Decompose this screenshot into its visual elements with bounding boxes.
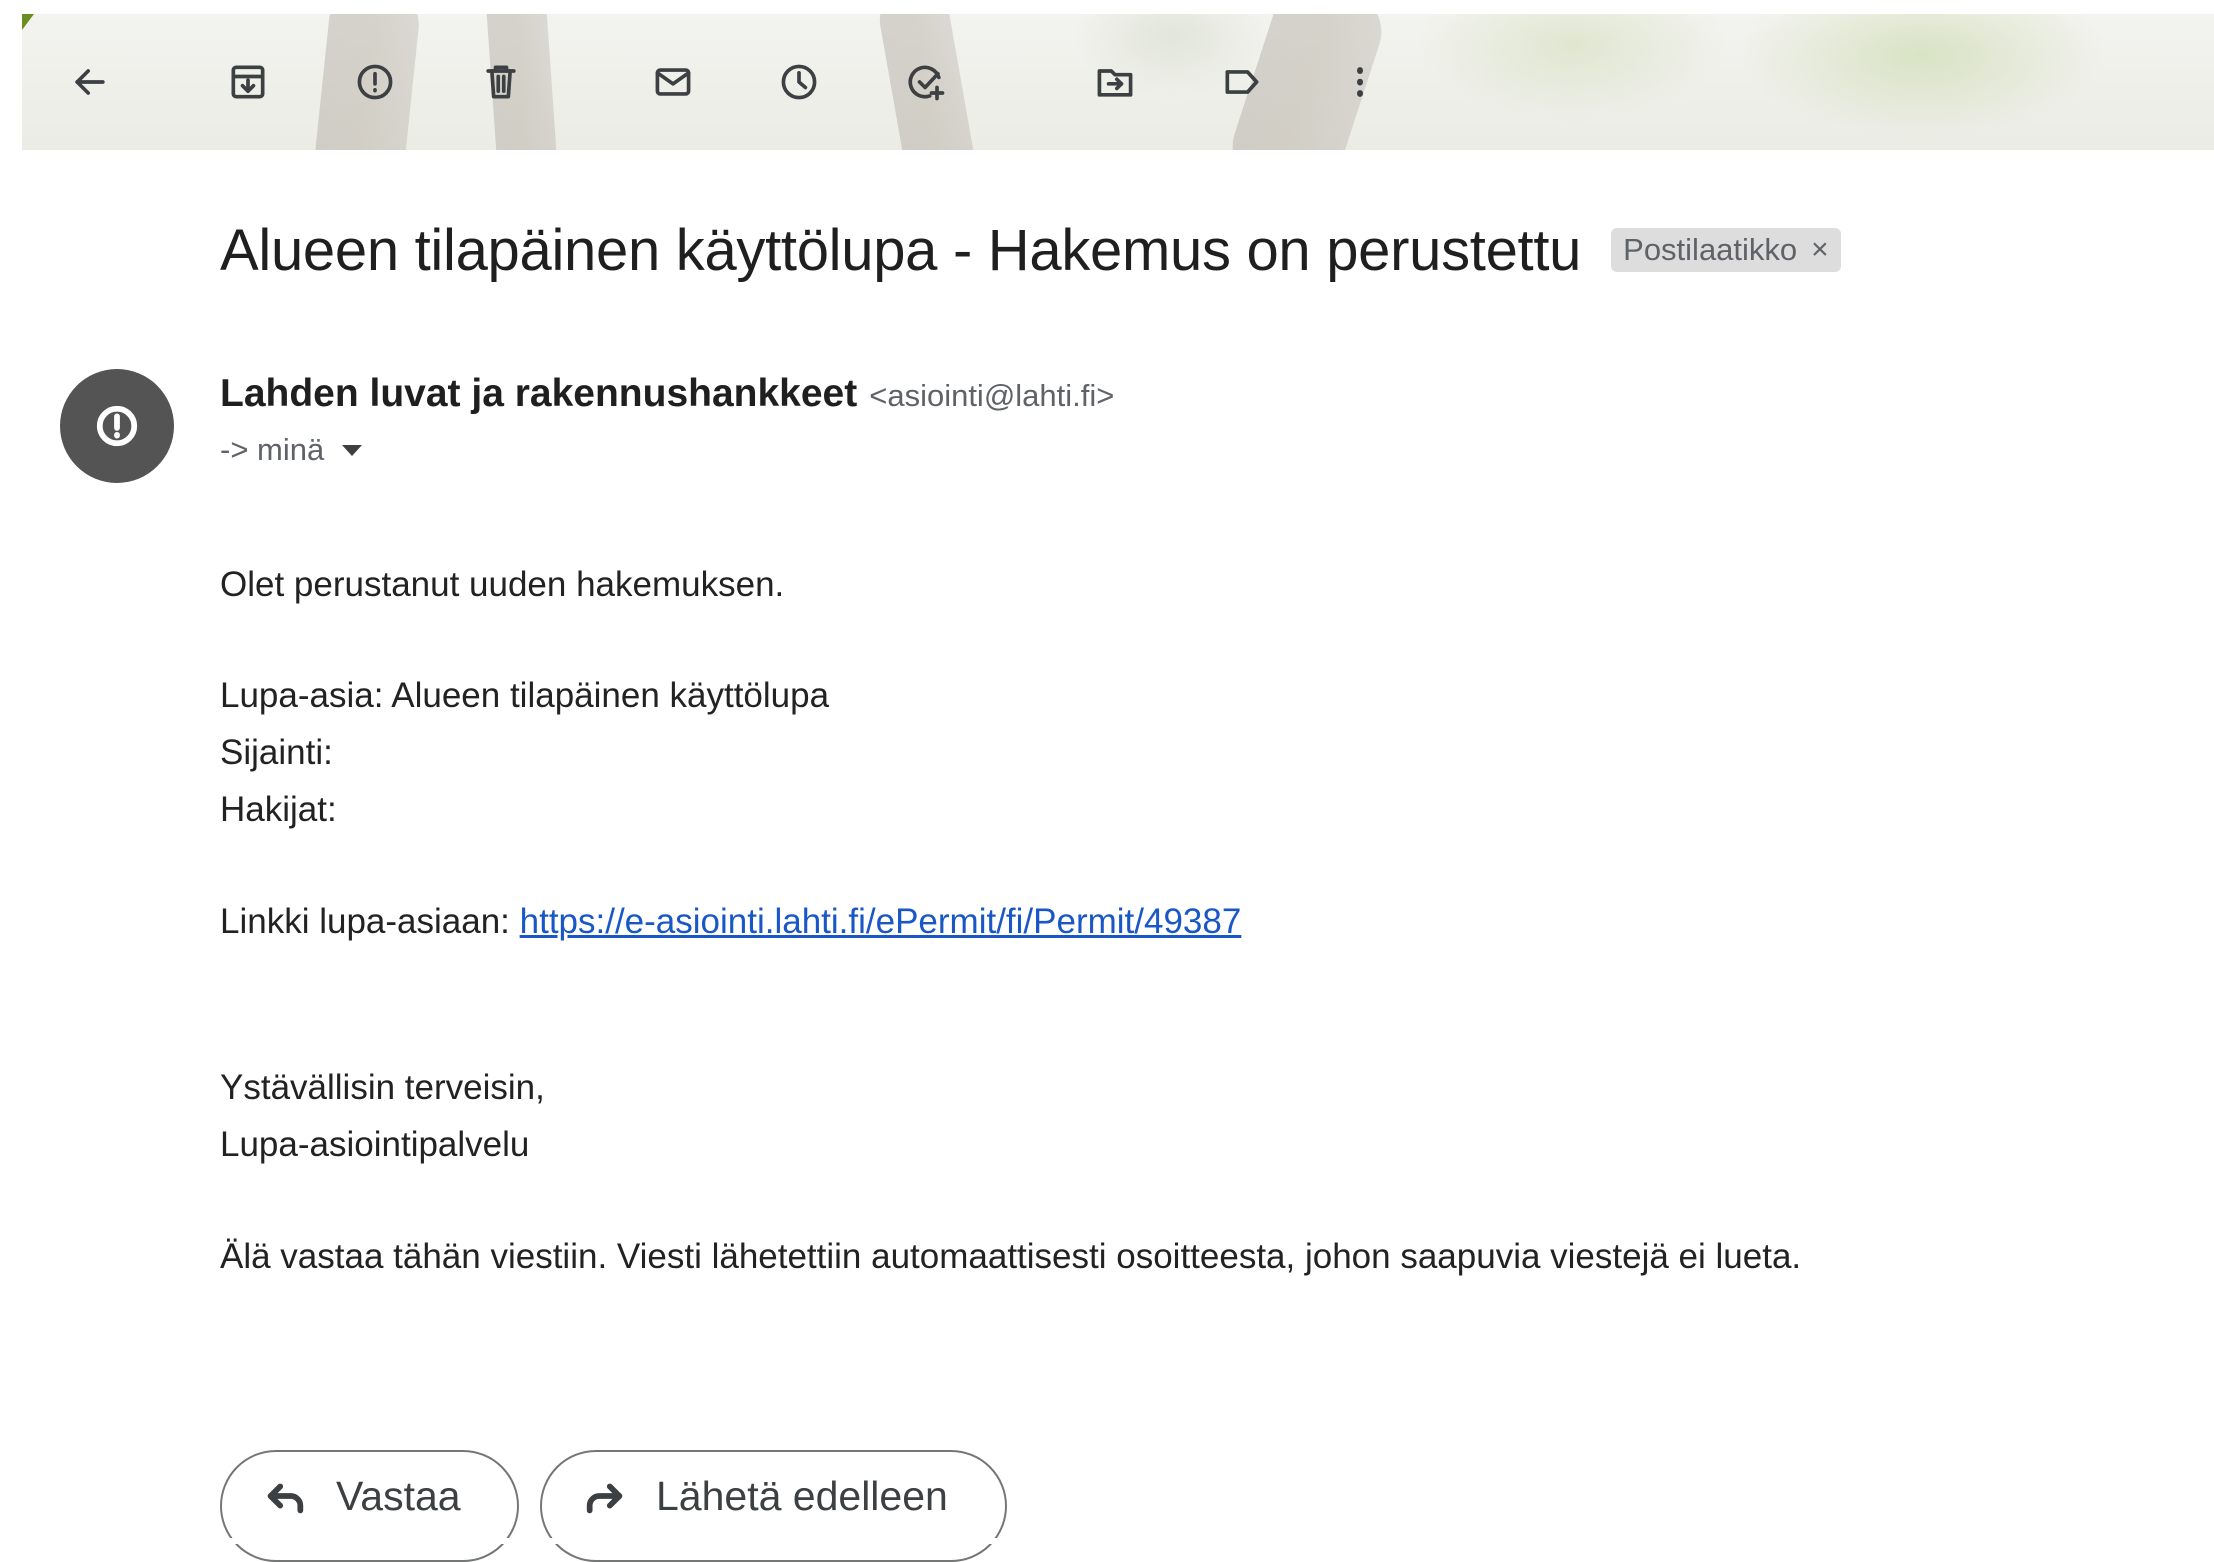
move-to-icon	[1097, 69, 1133, 97]
label-icon	[1225, 70, 1259, 94]
body-sijainti: Sijainti:	[220, 733, 333, 772]
body-notice: Älä vastaa tähän viestiin. Viesti lähete…	[220, 1237, 1802, 1276]
back-arrow-icon	[75, 69, 105, 95]
forward-button[interactable]: Lähetä edelleen	[540, 1450, 1007, 1562]
snooze-icon	[781, 64, 817, 100]
recipient-line: -> minä	[220, 432, 363, 468]
alert-icon	[96, 405, 138, 447]
archive-button[interactable]	[220, 54, 276, 110]
report-spam-button[interactable]	[347, 54, 403, 110]
delete-button[interactable]	[473, 54, 529, 110]
body-hakijat: Hakijat:	[220, 790, 337, 829]
report-spam-icon	[357, 64, 393, 100]
body-lupa-asia: Lupa-asia: Alueen tilapäinen käyttölupa	[220, 676, 830, 715]
sender-email: <asiointi@lahti.fi>	[869, 378, 1115, 413]
toolbar	[22, 14, 2214, 150]
inbox-label-chip[interactable]: Postilaatikko ×	[1611, 228, 1841, 272]
back-button[interactable]	[62, 54, 118, 110]
link-prefix: Linkki lupa-asiaan:	[220, 902, 520, 941]
reply-button[interactable]: Vastaa	[220, 1450, 519, 1562]
show-details-chevron-down-icon[interactable]	[342, 444, 363, 456]
snooze-button[interactable]	[771, 54, 827, 110]
body-intro: Olet perustanut uuden hakemuksen.	[220, 565, 785, 604]
mark-unread-button[interactable]	[645, 54, 701, 110]
recipient-text: -> minä	[220, 432, 325, 467]
delete-icon	[486, 65, 516, 99]
more-options-icon	[1357, 67, 1363, 97]
sender-avatar[interactable]	[60, 369, 174, 483]
forward-label: Lähetä edelleen	[656, 1472, 948, 1519]
sender-name[interactable]: Lahden luvat ja rakennushankkeet	[220, 372, 857, 416]
move-to-button[interactable]	[1087, 54, 1143, 110]
body-link-line: Linkki lupa-asiaan: https://e-asiointi.l…	[220, 902, 1241, 942]
more-options-button[interactable]	[1332, 54, 1388, 110]
reply-label: Vastaa	[336, 1472, 461, 1519]
forward-icon	[586, 1483, 623, 1514]
reply-icon	[267, 1483, 304, 1514]
email-subject: Alueen tilapäinen käyttölupa - Hakemus o…	[220, 217, 1582, 283]
archive-icon	[231, 65, 265, 99]
label-chip-text: Postilaatikko	[1623, 232, 1798, 267]
add-to-tasks-button[interactable]	[898, 54, 954, 110]
add-to-tasks-icon	[908, 65, 945, 101]
permit-link[interactable]: https://e-asiointi.lahti.fi/ePermit/fi/P…	[520, 902, 1242, 941]
mark-unread-icon	[655, 68, 691, 96]
subject-row: Alueen tilapäinen käyttölupa - Hakemus o…	[220, 210, 1841, 290]
body-greeting: Ystävällisin terveisin,	[220, 1068, 545, 1107]
bottom-crop-edge	[0, 1538, 2214, 1544]
body-signature: Lupa-asiointipalvelu	[220, 1125, 530, 1164]
label-button[interactable]	[1214, 54, 1270, 110]
sender-line: Lahden luvat ja rakennushankkeet <asioin…	[220, 372, 1114, 416]
remove-label-icon[interactable]: ×	[1811, 233, 1829, 267]
corner-leaf	[22, 14, 34, 30]
